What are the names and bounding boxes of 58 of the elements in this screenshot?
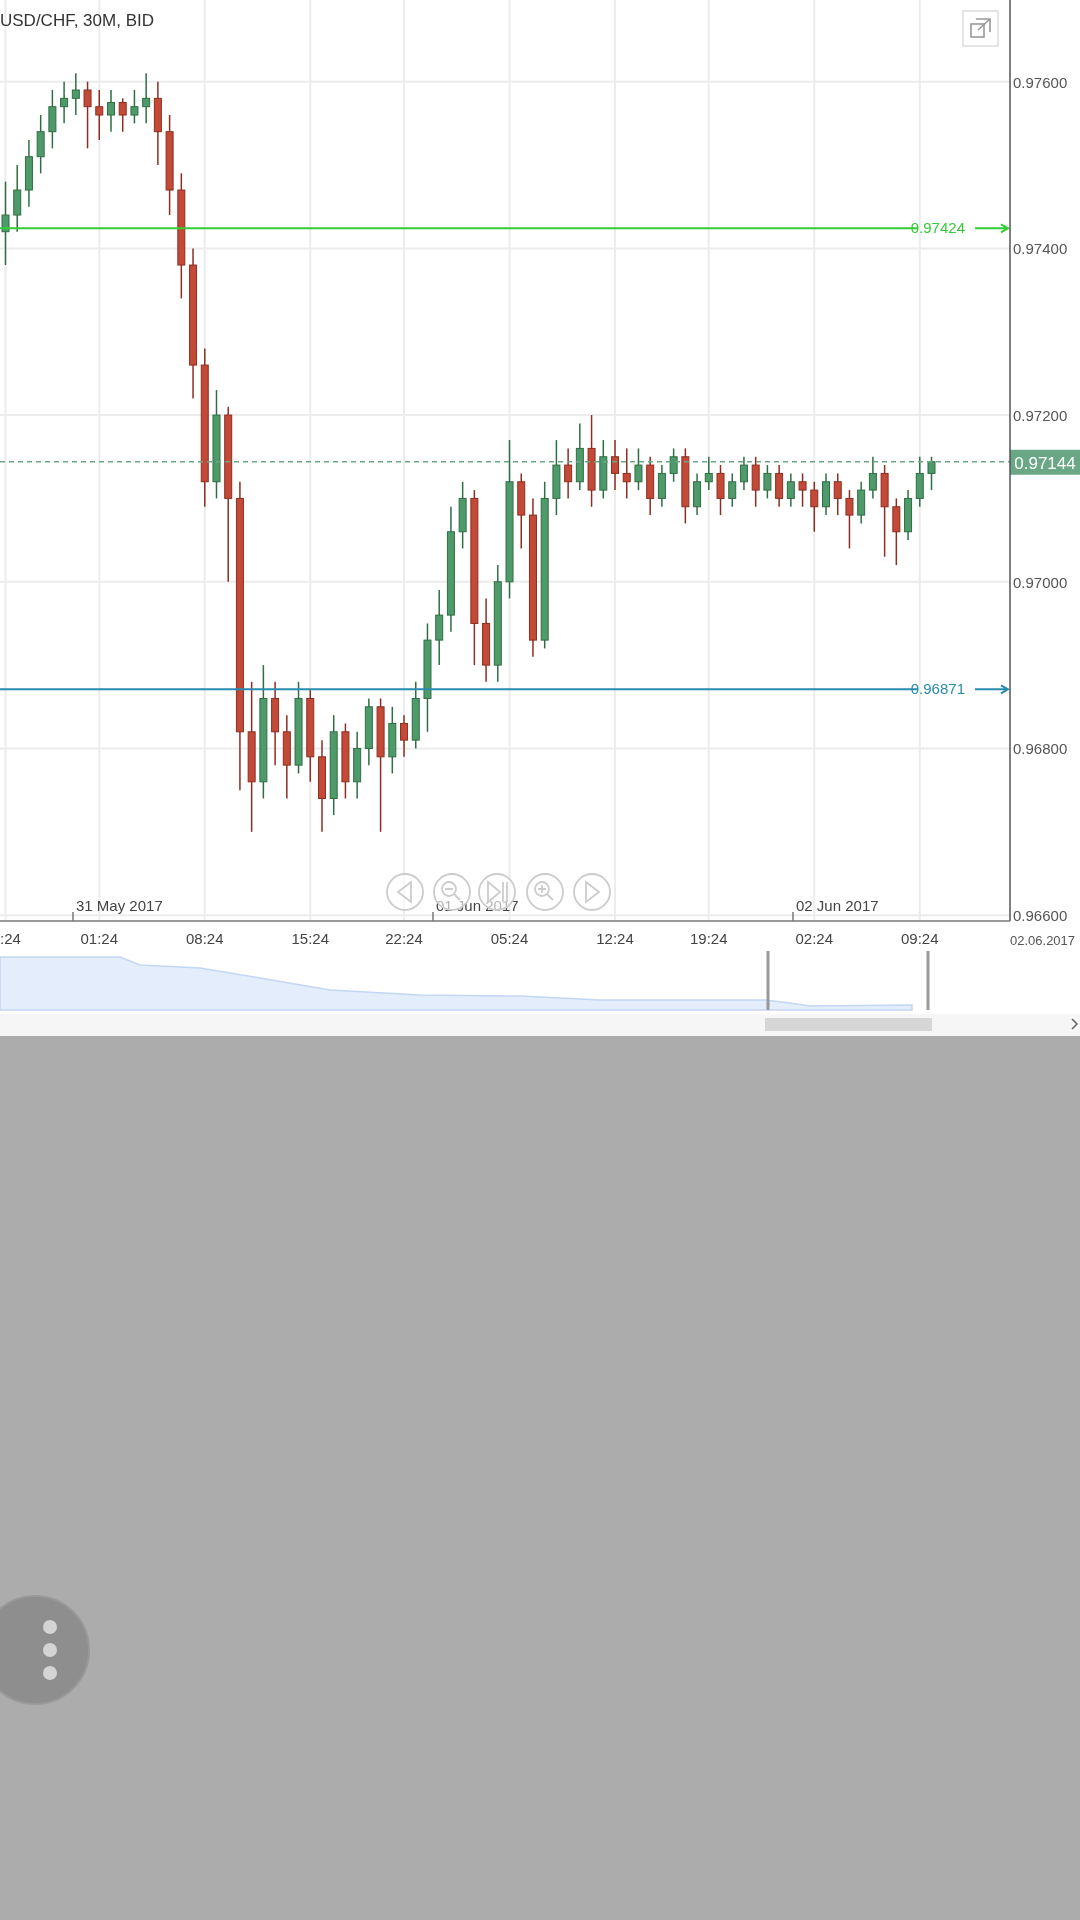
time-tick: :24: [0, 930, 21, 947]
level-label: 0.96871: [910, 680, 965, 698]
time-tick: 22:24: [385, 930, 423, 947]
expand-icon[interactable]: [962, 10, 999, 47]
candlestick: [763, 464, 772, 500]
price-tick: 0.97600: [1013, 73, 1068, 91]
scroll-left-button[interactable]: [386, 873, 424, 911]
price-tick: 0.97000: [1013, 573, 1068, 591]
candlestick: [60, 80, 69, 125]
chart-title: USD/CHF, 30M, BID: [0, 11, 154, 30]
axis-date: 02.06.2017: [1010, 933, 1076, 948]
candlestick: [786, 472, 795, 508]
candlestick: [564, 447, 573, 500]
candlestick: [704, 456, 713, 491]
chevron-right-icon[interactable]: [1071, 1018, 1079, 1030]
time-tick: 05:24: [490, 930, 529, 947]
date-label: 02 Jun 2017: [796, 897, 879, 914]
scrollbar-thumb[interactable]: [765, 1018, 932, 1031]
arrow-icon: [974, 223, 1010, 234]
time-tick: 09:24: [901, 930, 939, 947]
candlestick: [868, 456, 877, 500]
candlestick: [71, 72, 80, 116]
candlestick: [739, 456, 748, 491]
level-label: 0.97424: [910, 219, 965, 237]
candlestick: [130, 89, 139, 125]
candlestick: [83, 80, 92, 150]
date-label: 31 May 2017: [76, 897, 163, 914]
candlestick: [142, 72, 151, 125]
candlestick: [798, 472, 807, 508]
time-tick: 01:24: [80, 930, 119, 947]
candlestick: [622, 447, 631, 500]
zoom-in-button[interactable]: [526, 873, 564, 911]
time-tick: 19:24: [690, 930, 728, 947]
candlestick: [118, 97, 127, 133]
candlestick: [845, 489, 854, 550]
price-tick: 0.97200: [1013, 407, 1068, 425]
candlestick: [611, 439, 620, 491]
time-tick: 08:24: [186, 930, 224, 947]
time-tick: 12:24: [596, 930, 634, 947]
scroll-right-button[interactable]: [573, 873, 611, 911]
reset-button[interactable]: [478, 873, 516, 911]
price-tick: 0.96800: [1013, 740, 1068, 758]
candlestick: [927, 456, 936, 491]
candlestick: [728, 472, 737, 508]
candlestick: [95, 89, 104, 141]
candlestick: [400, 714, 409, 758]
candlestick: [810, 481, 819, 533]
candlestick: [1, 180, 10, 266]
candlestick: [669, 447, 678, 483]
price-tick: 0.96600: [1013, 907, 1068, 925]
candlestick: [106, 89, 115, 133]
time-tick: 02:24: [795, 930, 834, 947]
time-tick: 15:24: [291, 930, 330, 947]
candlestick: [634, 447, 643, 491]
price-tick: 0.97400: [1013, 240, 1068, 258]
arrow-icon: [974, 684, 1010, 695]
navigator-drawing[interactable]: [0, 951, 930, 1011]
candlestick: [833, 472, 842, 516]
